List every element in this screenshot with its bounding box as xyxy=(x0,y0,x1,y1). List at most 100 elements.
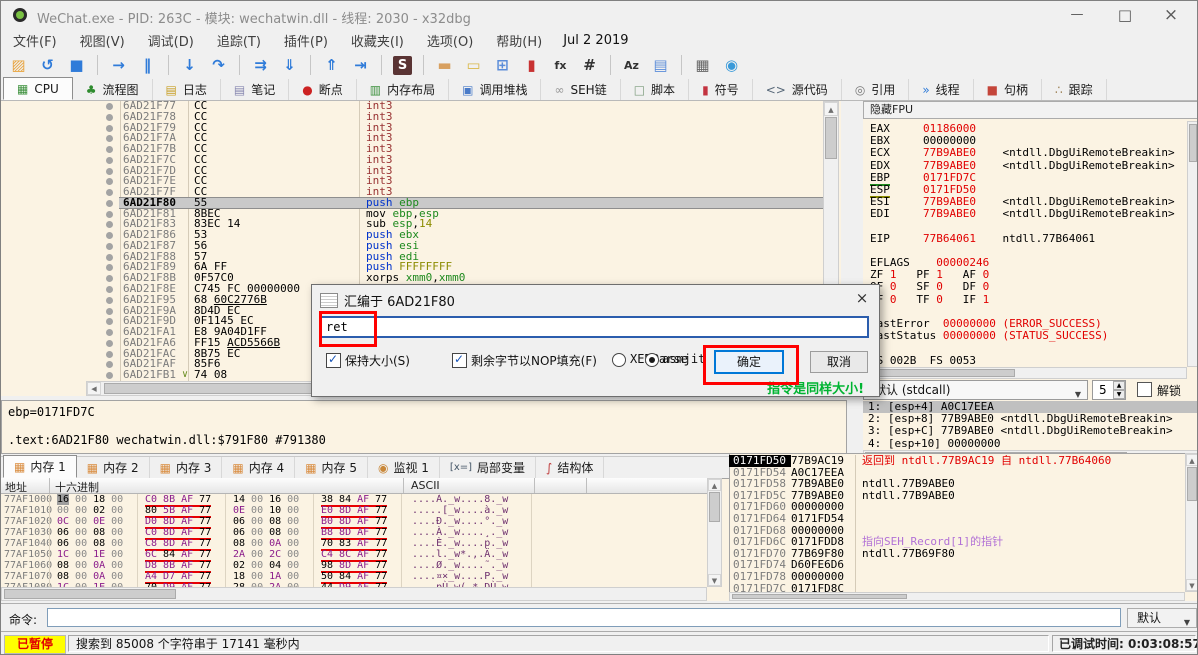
command-input[interactable] xyxy=(47,608,1121,627)
argument-row[interactable]: 3: [esp+C] 77B9ABE0 <ntdll.DbgUiRemoteBr… xyxy=(863,425,1198,437)
scroll-thumb[interactable] xyxy=(4,589,176,599)
scylla-icon[interactable]: S xyxy=(393,56,412,75)
memory-row[interactable]: 77AF104006000800C88DAF7708000A007083AF77… xyxy=(1,538,707,549)
xedparse-radio[interactable] xyxy=(612,353,626,367)
scroll-down-icon[interactable]: ▼ xyxy=(1186,579,1198,591)
bookmarks-icon[interactable]: ▮ xyxy=(522,56,541,75)
menu-item-2[interactable]: 调试(D) xyxy=(142,31,211,50)
scroll-thumb[interactable] xyxy=(825,117,837,159)
tab-cpu[interactable]: ▦CPU xyxy=(3,77,73,100)
breakpoint-dot[interactable] xyxy=(106,275,113,282)
assemble-instruction-input[interactable] xyxy=(320,316,869,338)
fill-nop-checkbox[interactable] xyxy=(452,353,467,368)
breakpoint-dot[interactable] xyxy=(106,114,113,121)
scroll-up-icon[interactable]: ▲ xyxy=(708,479,721,491)
calculator-icon[interactable]: ▦ xyxy=(693,56,712,75)
open-file-icon[interactable]: ▨ xyxy=(9,56,28,75)
breakpoint-dot[interactable] xyxy=(106,103,113,110)
scroll-thumb[interactable] xyxy=(1187,467,1197,501)
step-into-icon[interactable]: ↓ xyxy=(180,56,199,75)
stack-row[interactable]: 0171FD7800000000 xyxy=(729,571,1185,583)
hash-icon[interactable]: # xyxy=(580,56,599,75)
breakpoint-dot[interactable] xyxy=(106,286,113,293)
breakpoint-dot[interactable] xyxy=(106,125,113,132)
stack-row[interactable]: 0171FD6C0171FDD8指向SEH_Record[1]的指针 xyxy=(729,536,1185,548)
dialog-close-icon[interactable] xyxy=(851,289,873,307)
run-to-user-code-icon[interactable]: ⇉ xyxy=(251,56,270,75)
breakpoint-dot[interactable] xyxy=(106,200,113,207)
scroll-up-icon[interactable]: ▲ xyxy=(1186,454,1198,466)
tab-memory-map[interactable]: ▥内存布局 xyxy=(357,79,449,100)
step-over-icon[interactable]: ↷ xyxy=(209,56,228,75)
memory-row[interactable]: 77AF100016001800C08BAF77140016003884AF77… xyxy=(1,494,707,505)
tab-notes[interactable]: ▤笔记 xyxy=(221,79,289,100)
breakpoint-dot[interactable] xyxy=(106,254,113,261)
breakpoint-dot[interactable] xyxy=(106,264,113,271)
tab-watch1[interactable]: ◉监视 1 xyxy=(368,457,440,478)
register-line[interactable]: LastStatus 00000000 (STATUS_SUCCESS) xyxy=(863,330,1187,342)
functions-icon[interactable]: fx xyxy=(551,56,570,75)
menu-item-6[interactable]: 选项(O) xyxy=(421,31,490,50)
maximize-button[interactable] xyxy=(1109,5,1141,25)
stack-row[interactable]: 0171FD5077B9AC19返回到 ntdll.77B9AC19 自 ntd… xyxy=(729,455,1185,467)
execute-till-return-icon[interactable]: ⇑ xyxy=(322,56,341,75)
tab-threads[interactable]: »线程 xyxy=(909,79,973,100)
tab-source[interactable]: <>源代码 xyxy=(753,79,842,100)
scroll-thumb[interactable] xyxy=(865,369,1015,377)
breakpoint-dot[interactable] xyxy=(106,221,113,228)
unlock-checkbox[interactable] xyxy=(1137,382,1152,397)
breakpoint-dot[interactable] xyxy=(106,211,113,218)
breakpoint-dot[interactable] xyxy=(106,372,113,379)
breakpoint-dot[interactable] xyxy=(106,297,113,304)
step-out-icon[interactable]: ⇓ xyxy=(280,56,299,75)
memory-row[interactable]: 77AF101000000200805BAF770E001000E08DAF77… xyxy=(1,505,707,516)
register-line[interactable]: EDI 77B9ABE0 <ntdll.DbgUiRemoteBreakin> xyxy=(863,208,1187,220)
tab-struct[interactable]: ∫结构体 xyxy=(536,457,604,478)
breakpoint-dot[interactable] xyxy=(106,361,113,368)
patch-icon[interactable]: ▬ xyxy=(435,56,454,75)
menu-item-3[interactable]: 追踪(T) xyxy=(211,31,278,50)
tab-mem3[interactable]: ▦内存 3 xyxy=(150,457,223,478)
breakpoint-dot[interactable] xyxy=(106,243,113,250)
argument-row[interactable]: 4: [esp+10] 00000000 xyxy=(863,438,1198,450)
calling-convention-select[interactable]: 默认 (stdcall) xyxy=(863,380,1088,400)
command-script-dropdown[interactable]: 默认 xyxy=(1127,608,1197,628)
registers-vscrollbar[interactable] xyxy=(1187,121,1198,367)
stack-hscrollbar[interactable] xyxy=(729,592,1185,601)
strings-icon[interactable]: Az xyxy=(622,56,641,75)
restart-icon[interactable]: ↺ xyxy=(38,56,57,75)
register-line[interactable]: GS 002B FS 0053 xyxy=(863,355,1187,367)
cancel-button[interactable]: 取消 xyxy=(810,351,868,373)
tab-mem1[interactable]: ▦内存 1 xyxy=(3,455,77,478)
menu-item-5[interactable]: 收藏夹(I) xyxy=(345,31,421,50)
run-icon[interactable]: → xyxy=(109,56,128,75)
memory-hscrollbar[interactable] xyxy=(1,587,707,601)
tab-handles[interactable]: ■句柄 xyxy=(974,79,1042,100)
memory-row[interactable]: 77AF10501C001E006C84AF772A002C00C48CAF77… xyxy=(1,549,707,560)
pause-icon[interactable]: ‖ xyxy=(138,56,157,75)
scroll-down-icon[interactable]: ▼ xyxy=(708,574,721,586)
scroll-thumb[interactable] xyxy=(709,492,720,522)
memory-row[interactable]: 77AF103006000800C08DAF7706000800B88DAF77… xyxy=(1,527,707,538)
tab-call-stack[interactable]: ▣调用堆栈 xyxy=(449,79,541,100)
breakpoint-dot[interactable] xyxy=(106,178,113,185)
stack-vscrollbar[interactable]: ▲ ▼ xyxy=(1185,453,1198,592)
breakpoint-dot[interactable] xyxy=(106,135,113,142)
tab-seh[interactable]: ∞SEH链 xyxy=(541,79,620,100)
scroll-thumb[interactable] xyxy=(1189,124,1197,162)
breakpoint-dot[interactable] xyxy=(106,157,113,164)
scroll-thumb[interactable] xyxy=(732,594,907,599)
scroll-thumb[interactable] xyxy=(104,383,319,394)
hide-fpu-button[interactable]: 隐藏FPU xyxy=(863,101,1198,119)
register-line[interactable]: EIP 77B64061 ntdll.77B64061 xyxy=(863,233,1187,245)
memory-row[interactable]: 77AF107008000A00A4D7AF7718001A005084AF77… xyxy=(1,571,707,582)
tab-symbols[interactable]: ▮符号 xyxy=(689,79,753,100)
scroll-left-icon[interactable]: ◀ xyxy=(87,382,101,395)
tab-script[interactable]: □脚本 xyxy=(621,79,689,100)
breakpoint-dot[interactable] xyxy=(106,340,113,347)
breakpoint-dot[interactable] xyxy=(106,232,113,239)
minimize-button[interactable] xyxy=(1061,5,1093,25)
tab-references[interactable]: ◎引用 xyxy=(842,79,910,100)
breakpoint-dot[interactable] xyxy=(106,318,113,325)
breakpoint-dot[interactable] xyxy=(106,146,113,153)
